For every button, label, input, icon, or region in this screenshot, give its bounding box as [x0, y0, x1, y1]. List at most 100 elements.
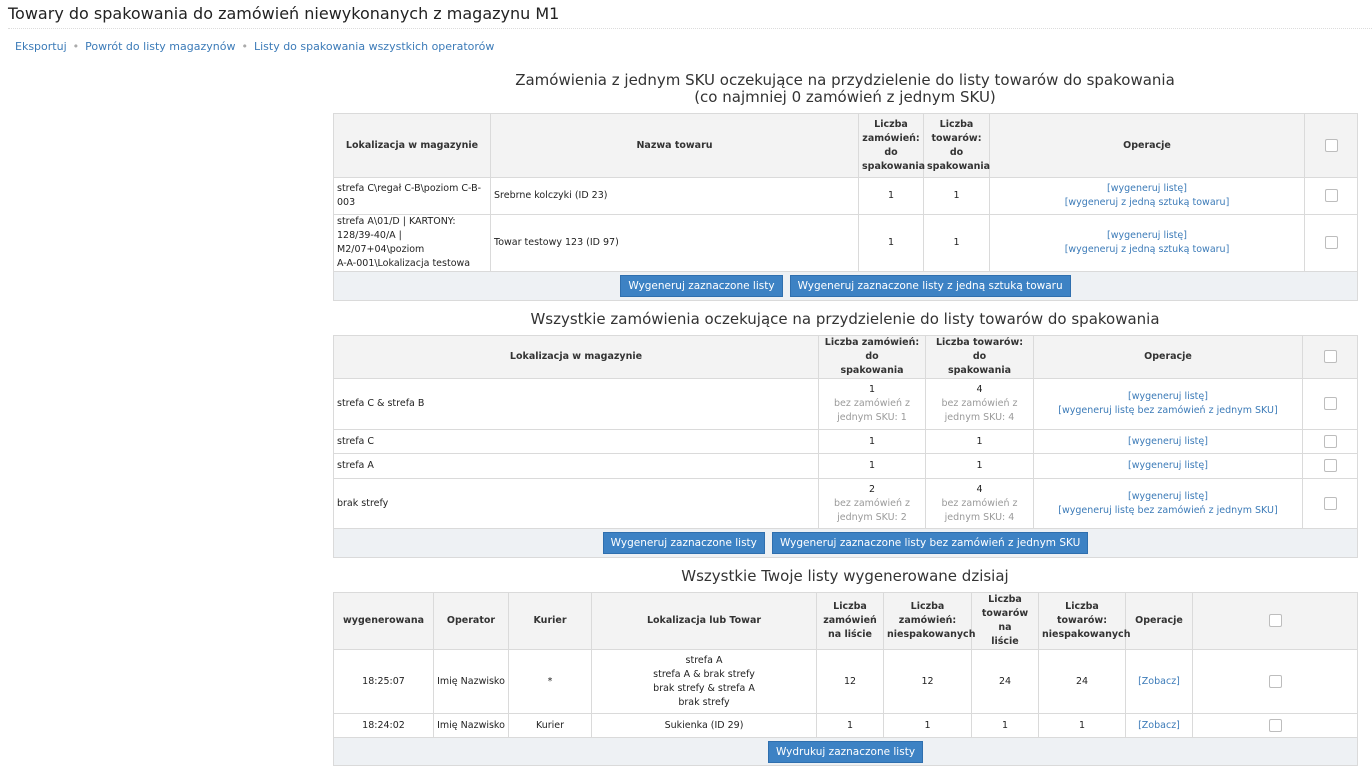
table-row: 18:24:02 Imię Nazwisko Kurier Sukienka (… [333, 713, 1358, 738]
col-orders-l1: Liczba zamówień: do [824, 337, 920, 362]
table-footer: Wygeneruj zaznaczone listy Wygeneruj zaz… [333, 271, 1358, 301]
row-orders-sub2: jednym SKU: 1 [837, 412, 907, 423]
col-select [1302, 335, 1358, 379]
row-courier: Kurier [508, 713, 592, 738]
all-operators-lists-link[interactable]: Listy do spakowania wszystkich operatoró… [254, 40, 494, 53]
generate-selected-single-button[interactable]: Wygeneruj zaznaczone listy z jedną sztuk… [789, 275, 1071, 297]
row-items-sub1: bez zamówień z [941, 497, 1018, 509]
table-header-row: Lokalizacja w magazynie Liczba zamówień:… [333, 335, 1358, 379]
row-location: strefa C\regał C-B\poziom C-B- 003 [333, 177, 491, 215]
col-orders-l4: spakowania [862, 160, 926, 172]
generate-selected-no-single-button[interactable]: Wygeneruj zaznaczone listy bez zamówień … [771, 532, 1089, 554]
generate-selected-button[interactable]: Wygeneruj zaznaczone listy [602, 532, 765, 554]
generate-list-link[interactable]: [wygeneruj listę] [1107, 183, 1187, 194]
row-select [1302, 429, 1358, 454]
generate-list-link[interactable]: [wygeneruj listę] [1128, 391, 1208, 402]
row-location: brak strefy [333, 478, 819, 529]
generate-list-link[interactable]: [wygeneruj listę] [1128, 436, 1208, 447]
table-row: strefa C\regał C-B\poziom C-B- 003 Srebr… [333, 177, 1358, 215]
row-orders: 12 [816, 649, 884, 714]
table-footer: Wygeneruj zaznaczone listy Wygeneruj zaz… [333, 528, 1358, 558]
col-courier: Kurier [508, 592, 592, 650]
col-location: Lokalizacja w magazynie [333, 335, 819, 379]
col-orders-l2: spakowania [840, 365, 904, 376]
row-orders: 1 [858, 214, 924, 272]
row-unpacked-orders: 1 [883, 713, 972, 738]
row-orders-sub1: bez zamówień z [833, 497, 911, 509]
col-items-l2: towarów na [981, 608, 1029, 633]
row-location: strefa A [333, 453, 819, 479]
row-operator: Imię Nazwisko [433, 713, 509, 738]
select-all-checkbox[interactable] [1323, 350, 1337, 363]
col-unpacked-l3: niespakowanych [887, 629, 976, 640]
row-location-l3: A-A-001\Lokalizacja testowa [337, 258, 471, 269]
col-location: Lokalizacja w magazynie [333, 113, 491, 178]
row-time: 18:24:02 [333, 713, 434, 738]
generate-single-item-link[interactable]: [wygeneruj z jedną sztuką towaru] [1065, 197, 1230, 208]
nav-separator: • [241, 40, 248, 53]
generate-list-link[interactable]: [wygeneruj listę] [1128, 460, 1208, 471]
col-unpacked-l1: Liczba [910, 601, 945, 612]
col-orders-l2: zamówień [823, 615, 877, 626]
back-to-warehouses-link[interactable]: Powrót do listy magazynów [85, 40, 235, 53]
row-operations: [wygeneruj listę] [wygeneruj listę bez z… [1033, 478, 1303, 529]
row-unpacked-items: 24 [1038, 649, 1126, 714]
row-checkbox[interactable] [1323, 434, 1337, 448]
row-checkbox[interactable] [1268, 718, 1282, 732]
row-checkbox[interactable] [1323, 397, 1337, 410]
select-all-checkbox[interactable] [1268, 614, 1282, 627]
row-orders-sub2: jednym SKU: 2 [837, 511, 907, 523]
row-operations: [wygeneruj listę] [wygeneruj z jedną szt… [989, 214, 1305, 272]
col-operations: Operacje [1033, 335, 1303, 379]
my-lists-table: wygenerowana Operator Kurier Lokalizacja… [333, 592, 1358, 766]
row-operator: Imię Nazwisko [433, 649, 509, 714]
col-items: Liczba towarów: do spakowania [923, 113, 991, 178]
generate-list-no-single-link[interactable]: [wygeneruj listę bez zamówień z jednym S… [1058, 505, 1277, 516]
export-link[interactable]: Eksportuj [15, 40, 67, 53]
row-location-l1: strefa A [685, 654, 723, 666]
title-divider [8, 28, 1372, 29]
table-footer: Wydrukuj zaznaczone listy [333, 737, 1358, 766]
row-items: 1 [923, 214, 990, 272]
row-items: 1 [923, 177, 990, 215]
table-header-row: wygenerowana Operator Kurier Lokalizacja… [333, 592, 1358, 650]
generate-list-no-single-link[interactable]: [wygeneruj listę bez zamówień z jednym S… [1058, 405, 1277, 416]
row-select [1302, 453, 1358, 479]
row-checkbox[interactable] [1324, 236, 1338, 249]
row-orders-value: 2 [868, 483, 876, 495]
generate-list-link[interactable]: [wygeneruj listę] [1128, 491, 1208, 502]
generate-selected-button[interactable]: Wygeneruj zaznaczone listy [620, 275, 783, 297]
col-orders-l1: Liczba [874, 118, 908, 130]
print-selected-button[interactable]: Wydrukuj zaznaczone listy [767, 740, 924, 763]
row-checkbox[interactable] [1323, 459, 1337, 472]
row-operations: [wygeneruj listę] [wygeneruj listę bez z… [1033, 378, 1303, 430]
col-orders: Liczba zamówień na liście [816, 592, 884, 650]
col-items-l4: spakowania [927, 160, 991, 172]
table-row: strefa A\01/D | KARTONY: 128/39-40/A | M… [333, 214, 1358, 272]
row-items: 1 [925, 453, 1034, 479]
table-footer-row: Wygeneruj zaznaczone listy Wygeneruj zaz… [333, 271, 1358, 301]
row-orders: 1 [818, 429, 926, 454]
row-items-sub2: jednym SKU: 4 [944, 511, 1015, 523]
generate-single-item-link[interactable]: [wygeneruj z jedną sztuką towaru] [1065, 244, 1230, 255]
select-all-checkbox[interactable] [1324, 138, 1338, 152]
row-location: strefa A\01/D | KARTONY: 128/39-40/A | M… [333, 214, 491, 272]
table-row: brak strefy 2 bez zamówień z jednym SKU:… [333, 478, 1358, 529]
row-select [1192, 649, 1358, 714]
col-select [1192, 592, 1358, 650]
view-list-link[interactable]: [Zobacz] [1138, 676, 1180, 687]
row-unpacked-items: 1 [1038, 713, 1126, 738]
row-checkbox[interactable] [1323, 496, 1337, 510]
view-list-link[interactable]: [Zobacz] [1138, 720, 1180, 731]
row-select [1304, 214, 1358, 272]
row-items: 24 [971, 649, 1039, 714]
row-checkbox[interactable] [1324, 189, 1338, 202]
row-checkbox[interactable] [1268, 674, 1282, 688]
single-sku-section-title: Zamówienia z jednym SKU oczekujące na pr… [333, 72, 1357, 106]
col-operations: Operacje [989, 113, 1305, 178]
nav-separator: • [72, 40, 80, 53]
table-row: 18:25:07 Imię Nazwisko * strefa A strefa… [333, 649, 1358, 714]
row-location-l4: brak strefy [678, 696, 730, 708]
generate-list-link[interactable]: [wygeneruj listę] [1107, 230, 1187, 241]
col-unpacked-items: Liczba towarów: niespakowanych [1038, 592, 1130, 650]
